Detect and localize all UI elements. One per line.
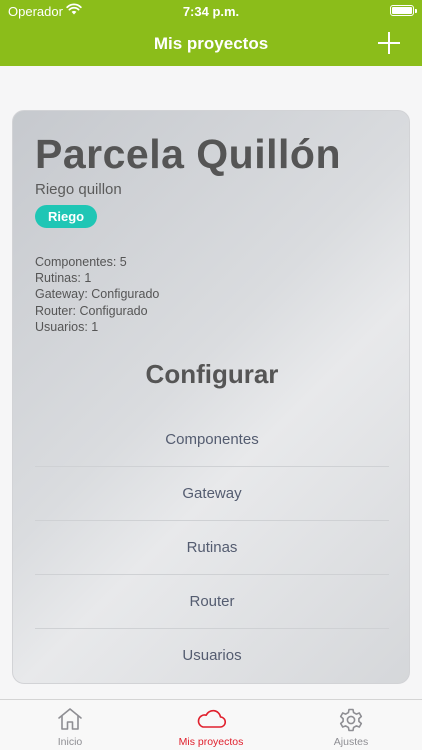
tab-inicio[interactable]: Inicio xyxy=(0,700,140,750)
add-project-button[interactable] xyxy=(376,30,402,56)
battery-icon xyxy=(390,5,417,16)
tab-bar: Inicio Mis proyectos Ajustes xyxy=(0,699,422,750)
tab-inicio-label: Inicio xyxy=(57,736,83,748)
tab-ajustes[interactable]: Ajustes xyxy=(281,700,421,750)
project-title: Parcela Quillón xyxy=(35,131,341,177)
stat-gateway: Gateway: Configurado xyxy=(35,287,160,302)
page-title: Mis proyectos xyxy=(153,34,269,53)
status-bar: Operador 7:34 p.m. xyxy=(0,0,422,22)
navigation-bar: Mis proyectos xyxy=(0,22,422,66)
stat-componentes: Componentes: 5 xyxy=(35,255,127,269)
configure-componentes-button[interactable]: Componentes xyxy=(35,413,389,467)
tab-ajustes-label: Ajustes xyxy=(333,736,369,748)
home-icon xyxy=(57,707,83,736)
configure-rutinas-button[interactable]: Rutinas xyxy=(35,521,389,575)
main-content: Parcela Quillón Riego quillon Riego Comp… xyxy=(0,66,422,699)
project-type-badge: Riego xyxy=(35,205,98,228)
configure-router-button[interactable]: Router xyxy=(35,575,389,629)
project-subtitle: Riego quillon xyxy=(35,181,122,198)
cloud-icon xyxy=(195,707,227,736)
configure-heading: Configurar xyxy=(145,359,279,389)
stat-rutinas: Rutinas: 1 xyxy=(35,271,92,286)
stat-router: Router: Configurado xyxy=(35,303,148,318)
stat-usuarios: Usuarios: 1 xyxy=(35,319,99,334)
configure-gateway-button[interactable]: Gateway xyxy=(35,467,389,521)
tab-mis-proyectos[interactable]: Mis proyectos xyxy=(141,700,281,750)
project-stats: Componentes: 5 Rutinas: 1 Gateway: Confi… xyxy=(35,254,159,335)
project-card: Parcela Quillón Riego quillon Riego Comp… xyxy=(12,110,410,684)
gear-icon xyxy=(338,707,364,738)
configure-usuarios-button[interactable]: Usuarios xyxy=(35,629,389,683)
clock: 7:34 p.m. xyxy=(182,4,240,19)
configure-menu: Componentes Gateway Rutinas Router Usuar… xyxy=(35,413,389,683)
tab-mis-proyectos-label: Mis proyectos xyxy=(178,736,244,748)
